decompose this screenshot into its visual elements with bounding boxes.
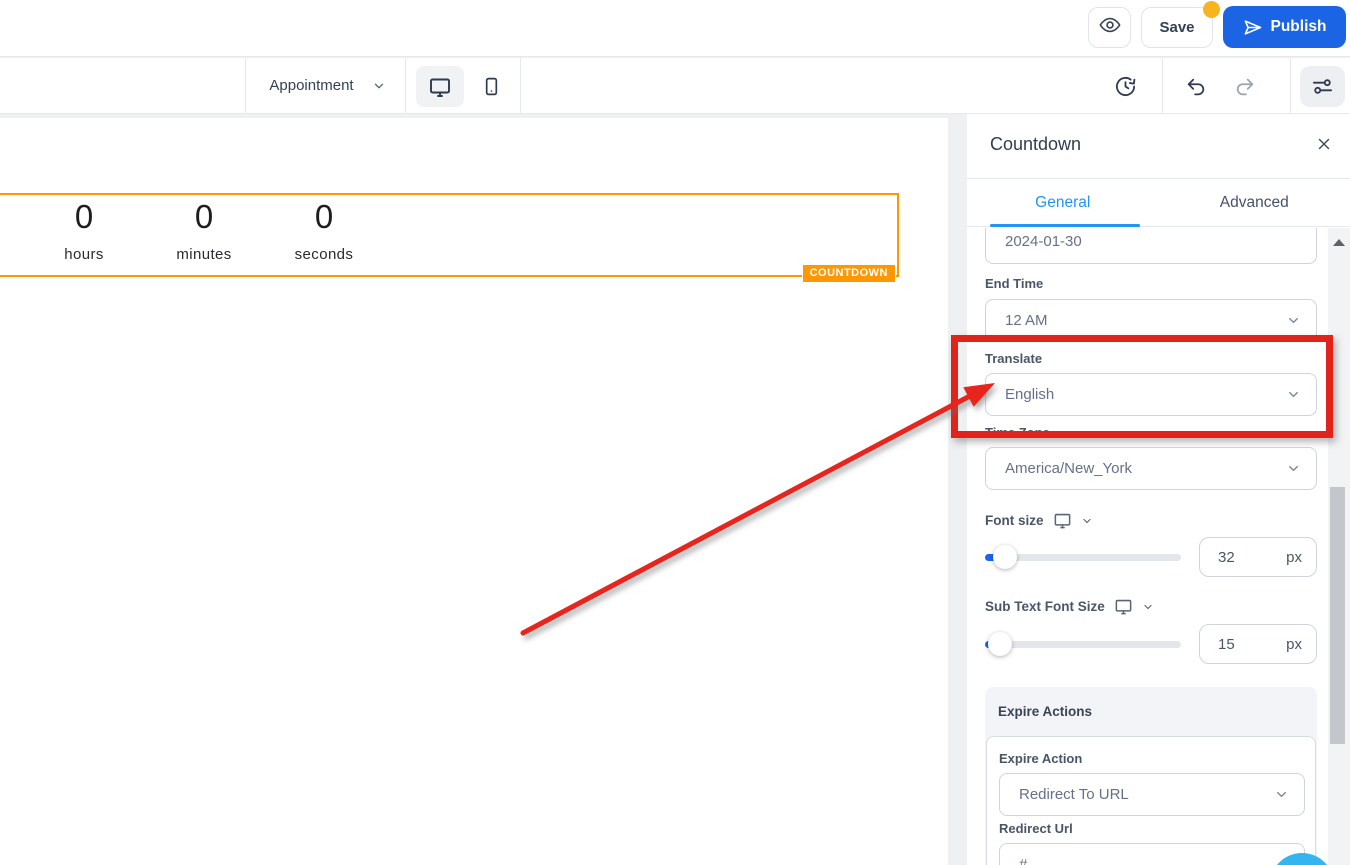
countdown-widget[interactable]: 0 hours 0 minutes 0 seconds xyxy=(24,196,384,263)
panel-tabs: General Advanced xyxy=(967,179,1350,227)
active-tab-indicator xyxy=(990,224,1140,227)
slider-thumb[interactable] xyxy=(988,632,1012,656)
sub-text-font-size-slider[interactable] xyxy=(985,632,1181,656)
chevron-down-icon xyxy=(1286,313,1301,328)
divider xyxy=(1162,58,1163,113)
tab-general[interactable]: General xyxy=(967,179,1159,226)
page-selector-value: Appointment xyxy=(269,77,354,94)
page-canvas[interactable]: COUNTDOWN 0 hours 0 minutes 0 seconds xyxy=(0,118,948,865)
divider xyxy=(520,58,521,113)
slider-track[interactable] xyxy=(985,641,1181,648)
expire-action-value: Redirect To URL xyxy=(1019,786,1129,803)
translate-dropdown[interactable]: English xyxy=(985,373,1317,416)
page-builder-app: Save Publish Appointment COUNTDOWN 0 hou… xyxy=(0,0,1350,865)
time-zone-dropdown[interactable]: America/New_York xyxy=(985,447,1317,490)
top-header: Save Publish xyxy=(0,0,1350,57)
divider xyxy=(245,58,246,113)
send-icon xyxy=(1243,18,1262,37)
redirect-url-input[interactable] xyxy=(999,843,1305,865)
chevron-down-icon xyxy=(1274,787,1289,802)
divider xyxy=(405,58,406,113)
device-desktop-icon[interactable] xyxy=(1114,597,1133,616)
settings-panel-toggle-button[interactable] xyxy=(1300,66,1345,107)
redo-button[interactable] xyxy=(1224,66,1266,107)
font-size-row: Font size xyxy=(985,511,1093,530)
font-size-value[interactable]: 32 xyxy=(1218,549,1235,566)
countdown-seconds-value: 0 xyxy=(314,198,334,235)
end-date-input[interactable] xyxy=(985,228,1317,264)
sub-text-font-size-value-box[interactable]: 15 px xyxy=(1199,624,1317,664)
save-button-label: Save xyxy=(1159,19,1195,36)
divider xyxy=(1290,58,1291,113)
unsaved-changes-badge xyxy=(1203,1,1220,18)
editor-toolbar: Appointment xyxy=(0,58,1350,114)
sub-text-font-size-unit: px xyxy=(1286,635,1302,653)
chevron-down-icon[interactable] xyxy=(1081,515,1093,527)
publish-button[interactable]: Publish xyxy=(1223,6,1346,48)
panel-scrollbar[interactable] xyxy=(1328,228,1350,865)
time-zone-label: Time Zone xyxy=(985,425,1050,440)
sub-text-font-size-row: Sub Text Font Size xyxy=(985,597,1154,616)
time-zone-value: America/New_York xyxy=(1005,460,1132,477)
tab-general-label: General xyxy=(1035,193,1091,211)
element-settings-panel: Countdown General Advanced End Time 12 A… xyxy=(967,113,1350,865)
save-button[interactable]: Save xyxy=(1141,7,1213,48)
mobile-view-button[interactable] xyxy=(470,66,512,107)
translate-label: Translate xyxy=(985,351,1043,366)
countdown-hours-unit: 0 hours xyxy=(24,196,144,263)
font-size-value-box[interactable]: 32 px xyxy=(1199,537,1317,577)
version-history-button[interactable] xyxy=(1103,66,1147,107)
scrollbar-thumb[interactable] xyxy=(1330,487,1345,744)
eye-icon xyxy=(1099,14,1121,41)
countdown-hours-value: 0 xyxy=(74,198,94,235)
chevron-down-icon xyxy=(372,79,386,93)
translate-value: English xyxy=(1005,386,1055,403)
scroll-up-arrow-icon[interactable] xyxy=(1333,239,1345,246)
end-time-dropdown[interactable]: 12 AM xyxy=(985,299,1317,342)
countdown-seconds-label: seconds xyxy=(294,245,354,263)
preview-button[interactable] xyxy=(1088,7,1131,48)
font-size-slider[interactable] xyxy=(985,545,1181,569)
countdown-seconds-unit: 0 seconds xyxy=(264,196,384,263)
chevron-down-icon[interactable] xyxy=(1142,601,1154,613)
expire-actions-section: Expire Actions Expire Action Redirect To… xyxy=(985,687,1317,865)
tab-advanced[interactable]: Advanced xyxy=(1159,179,1350,226)
undo-icon xyxy=(1185,76,1207,98)
page-selector-dropdown[interactable]: Appointment xyxy=(250,58,405,113)
sliders-icon xyxy=(1311,75,1334,98)
countdown-hours-label: hours xyxy=(64,245,104,263)
panel-header: Countdown xyxy=(967,113,1350,179)
expire-actions-title: Expire Actions xyxy=(998,704,1093,719)
slider-thumb[interactable] xyxy=(993,545,1017,569)
undo-button[interactable] xyxy=(1175,66,1217,107)
publish-button-label: Publish xyxy=(1270,18,1327,35)
tab-advanced-label: Advanced xyxy=(1219,193,1289,211)
element-type-badge: COUNTDOWN xyxy=(801,264,896,283)
mobile-icon xyxy=(481,76,502,97)
sub-text-font-size-label: Sub Text Font Size xyxy=(985,599,1105,614)
countdown-minutes-unit: 0 minutes xyxy=(144,196,264,263)
desktop-view-button[interactable] xyxy=(416,66,464,107)
countdown-minutes-value: 0 xyxy=(194,198,214,235)
close-icon xyxy=(1315,138,1333,157)
chevron-down-icon xyxy=(1286,387,1301,402)
chevron-down-icon xyxy=(1286,461,1301,476)
device-desktop-icon[interactable] xyxy=(1053,511,1072,530)
expire-action-label: Expire Action xyxy=(999,751,1083,766)
end-time-label: End Time xyxy=(985,276,1044,291)
panel-scroll-content: End Time 12 AM Translate English Time Zo… xyxy=(967,228,1350,865)
font-size-label: Font size xyxy=(985,513,1044,528)
font-size-unit: px xyxy=(1286,548,1302,566)
expire-action-dropdown[interactable]: Redirect To URL xyxy=(999,773,1305,816)
countdown-minutes-label: minutes xyxy=(176,245,232,263)
close-panel-button[interactable] xyxy=(1315,135,1333,153)
expire-actions-card: Expire Action Redirect To URL Redirect U… xyxy=(986,736,1316,865)
desktop-icon xyxy=(428,75,452,99)
redo-icon xyxy=(1234,76,1256,98)
end-time-value: 12 AM xyxy=(1005,312,1048,329)
history-clock-icon xyxy=(1114,75,1137,98)
sub-text-font-size-value[interactable]: 15 xyxy=(1218,636,1235,653)
panel-title: Countdown xyxy=(990,134,1082,154)
redirect-url-label: Redirect Url xyxy=(999,821,1073,836)
